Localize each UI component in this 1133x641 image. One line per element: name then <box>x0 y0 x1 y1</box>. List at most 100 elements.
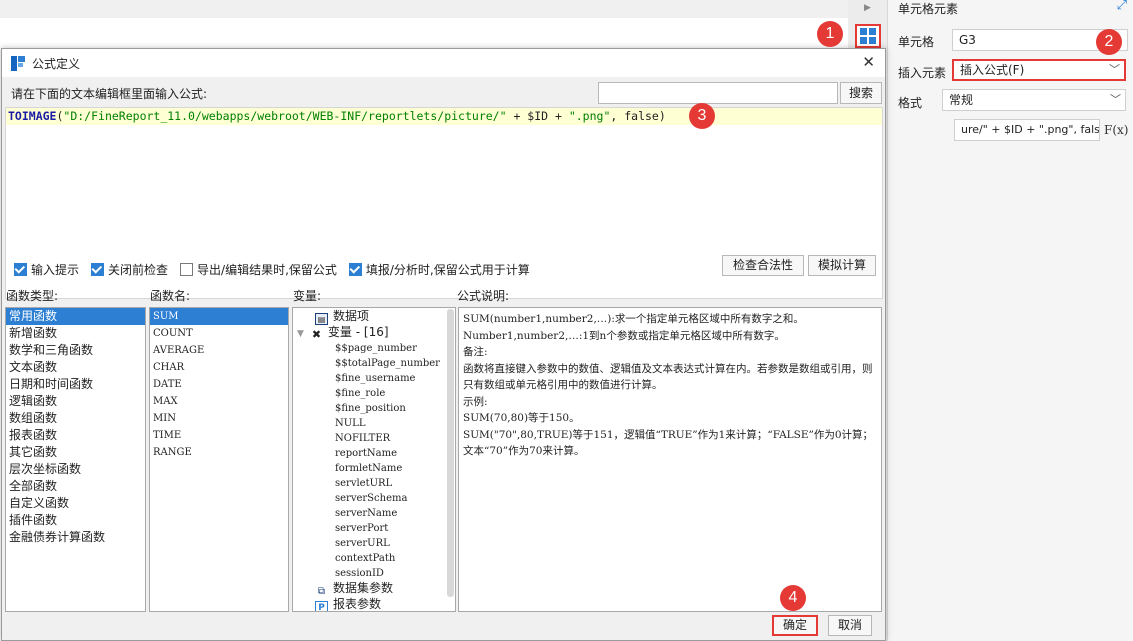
tree-leaf[interactable]: $$totalPage_number <box>335 356 440 371</box>
tree-leaf[interactable]: serverPort <box>335 521 388 536</box>
list-item[interactable]: 文本函数 <box>6 359 145 376</box>
list-item[interactable]: CHAR <box>150 359 288 376</box>
tree-leaf[interactable]: contextPath <box>335 551 395 566</box>
cancel-button[interactable]: 取消 <box>828 615 872 636</box>
desc-line: Number1,number2,…:1到n个参数或指定单元格区域中所有数字。 <box>463 329 785 342</box>
list-item[interactable]: MIN <box>150 410 288 427</box>
insert-element-select[interactable]: 插入公式(F) ﹀ <box>952 59 1126 81</box>
scrollbar[interactable] <box>447 309 454 597</box>
editor-toolbar-strip <box>0 0 848 18</box>
checkbox[interactable] <box>91 262 105 276</box>
format-label: 格式 <box>898 96 923 110</box>
list-item[interactable]: 其它函数 <box>6 444 145 461</box>
option-label: 填报/分析时,保留公式用于计算 <box>365 262 530 277</box>
checkbox[interactable] <box>14 262 27 276</box>
option-label: 输入提示 <box>31 262 80 277</box>
list-item[interactable]: MAX <box>150 393 288 410</box>
tree-node-data-item[interactable]: ▤ 数据项 <box>315 309 370 325</box>
list-item[interactable]: 逻辑函数 <box>6 393 145 410</box>
option-keep-formula-fill[interactable]: 填报/分析时,保留公式用于计算 <box>348 261 530 278</box>
tree-leaf[interactable]: $$page_number <box>335 341 417 356</box>
dialog-titlebar: 公式定义 ✕ <box>2 49 885 77</box>
tree-leaf[interactable]: sessionID <box>335 566 384 581</box>
search-button[interactable]: 搜索 <box>840 82 882 104</box>
tree-node-report-params[interactable]: P 报表参数 <box>315 597 382 611</box>
formula-line[interactable]: TOIMAGE("D:/FineReport_11.0/webapps/webr… <box>6 108 882 125</box>
option-input-hint[interactable]: 输入提示 <box>14 261 79 278</box>
tree-node-label: 变量 - [16] <box>327 325 389 339</box>
check-validity-button[interactable]: 检查合法性 <box>722 255 804 276</box>
formula-options: 输入提示 关闭前检查 导出/编辑结果时,保留公式 填报/分析时,保留公式用于计算 <box>14 259 542 279</box>
checkbox[interactable] <box>180 262 194 276</box>
list-item[interactable]: 自定义函数 <box>6 495 145 512</box>
checkbox[interactable] <box>348 262 362 276</box>
list-item[interactable]: 新增函数 <box>6 325 145 342</box>
tree-leaf[interactable]: reportName <box>335 446 397 461</box>
option-keep-formula-export[interactable]: 导出/编辑结果时,保留公式 <box>180 261 337 278</box>
tree-leaf[interactable]: $fine_position <box>335 401 406 416</box>
list-item[interactable]: AVERAGE <box>150 342 288 359</box>
list-item[interactable]: COUNT <box>150 325 288 342</box>
formula-tail: , false) <box>610 109 666 123</box>
cell-element-panel: 单元格元素 ⤢ 单元格 G3 插入元素 插入公式(F) ﹀ 格式 常规 ﹀ ur… <box>888 0 1133 641</box>
list-item[interactable]: SUM <box>150 308 288 325</box>
formula-description: SUM(number1,number2,…):求一个指定单元格区域中所有数字之和… <box>458 307 882 612</box>
chevron-down-icon: ﹀ <box>1109 63 1120 76</box>
list-item[interactable]: 数学和三角函数 <box>6 342 145 359</box>
list-item[interactable]: 插件函数 <box>6 512 145 529</box>
list-item[interactable]: DATE <box>150 376 288 393</box>
scroll-right-arrow-icon[interactable]: ▶ <box>864 3 871 13</box>
finereport-app-icon <box>11 56 25 71</box>
formula-preview-field[interactable]: ure/" + $ID + ".png", false) <box>954 119 1100 141</box>
ok-button[interactable]: 确定 <box>772 615 818 636</box>
desc-line: SUM(70,80)等于150。 <box>463 412 580 424</box>
format-select[interactable]: 常规 ﹀ <box>942 89 1126 111</box>
insert-element-value: 插入公式(F) <box>960 63 1025 77</box>
expand-icon[interactable]: ⤢ <box>1117 0 1127 13</box>
function-type-list: 常用函数 新增函数 数学和三角函数 文本函数 日期和时间函数 逻辑函数 数组函数… <box>5 307 146 612</box>
list-item[interactable]: 日期和时间函数 <box>6 376 145 393</box>
desc-line: 示例: <box>463 395 488 408</box>
tree-leaf[interactable]: serverURL <box>335 536 390 551</box>
search-input[interactable] <box>598 82 838 104</box>
option-check-before-close[interactable]: 关闭前检查 <box>91 261 168 278</box>
tree-node-dataset-params[interactable]: ⧉ 数据集参数 <box>315 581 394 597</box>
collapse-icon[interactable]: ▼ <box>297 329 304 339</box>
cell-element-panel-button[interactable] <box>855 24 881 48</box>
function-name-list: SUM COUNT AVERAGE CHAR DATE MAX MIN TIME… <box>149 307 289 612</box>
step-marker-2: 2 <box>1096 29 1122 55</box>
insert-element-label: 插入元素 <box>898 66 947 80</box>
tree-node-label: 报表参数 <box>333 597 382 611</box>
simulate-calc-button[interactable]: 模拟计算 <box>808 255 876 276</box>
list-item[interactable]: 报表函数 <box>6 427 145 444</box>
tree-node-label: 数据项 <box>333 309 370 323</box>
tree-leaf[interactable]: NULL <box>335 416 365 431</box>
list-item[interactable]: 数组函数 <box>6 410 145 427</box>
tree-leaf[interactable]: $fine_username <box>335 371 415 386</box>
formula-definition-dialog: 公式定义 ✕ 请在下面的文本编辑框里面输入公式: 搜索 TOIMAGE("D:/… <box>1 48 886 641</box>
close-icon[interactable]: ✕ <box>862 53 875 71</box>
list-item[interactable]: 常用函数 <box>6 308 145 325</box>
list-item[interactable]: TIME <box>150 427 288 444</box>
desc-line: 备注: <box>463 346 488 358</box>
cell-label: 单元格 <box>898 35 935 49</box>
list-item[interactable]: 金融债券计算函数 <box>6 529 145 546</box>
param-p-icon: P <box>315 601 328 611</box>
tree-node-variables[interactable]: ▼ ✖ 变量 - [16] <box>297 325 389 341</box>
tree-leaf[interactable]: $fine_role <box>335 386 385 401</box>
formula-fx-button[interactable]: F(x) <box>1104 120 1128 140</box>
table-icon: ▤ <box>315 313 328 325</box>
desc-line: 函数将直接键入参数中的数值、逻辑值及文本表达式计算在内。若参数是数组或引用，则只… <box>463 362 873 392</box>
tree-leaf[interactable]: serverSchema <box>335 491 407 506</box>
tree-node-label: 数据集参数 <box>333 581 394 595</box>
formula-function: TOIMAGE <box>8 109 57 123</box>
list-item[interactable]: 全部函数 <box>6 478 145 495</box>
tree-leaf[interactable]: servletURL <box>335 476 392 491</box>
step-marker-4: 4 <box>780 585 806 611</box>
tree-leaf[interactable]: formletName <box>335 461 402 476</box>
tree-leaf[interactable]: serverName <box>335 506 397 521</box>
list-item[interactable]: RANGE <box>150 444 288 461</box>
tree-leaf[interactable]: NOFILTER <box>335 431 390 446</box>
function-name-label: 函数名: <box>150 289 191 303</box>
list-item[interactable]: 层次坐标函数 <box>6 461 145 478</box>
